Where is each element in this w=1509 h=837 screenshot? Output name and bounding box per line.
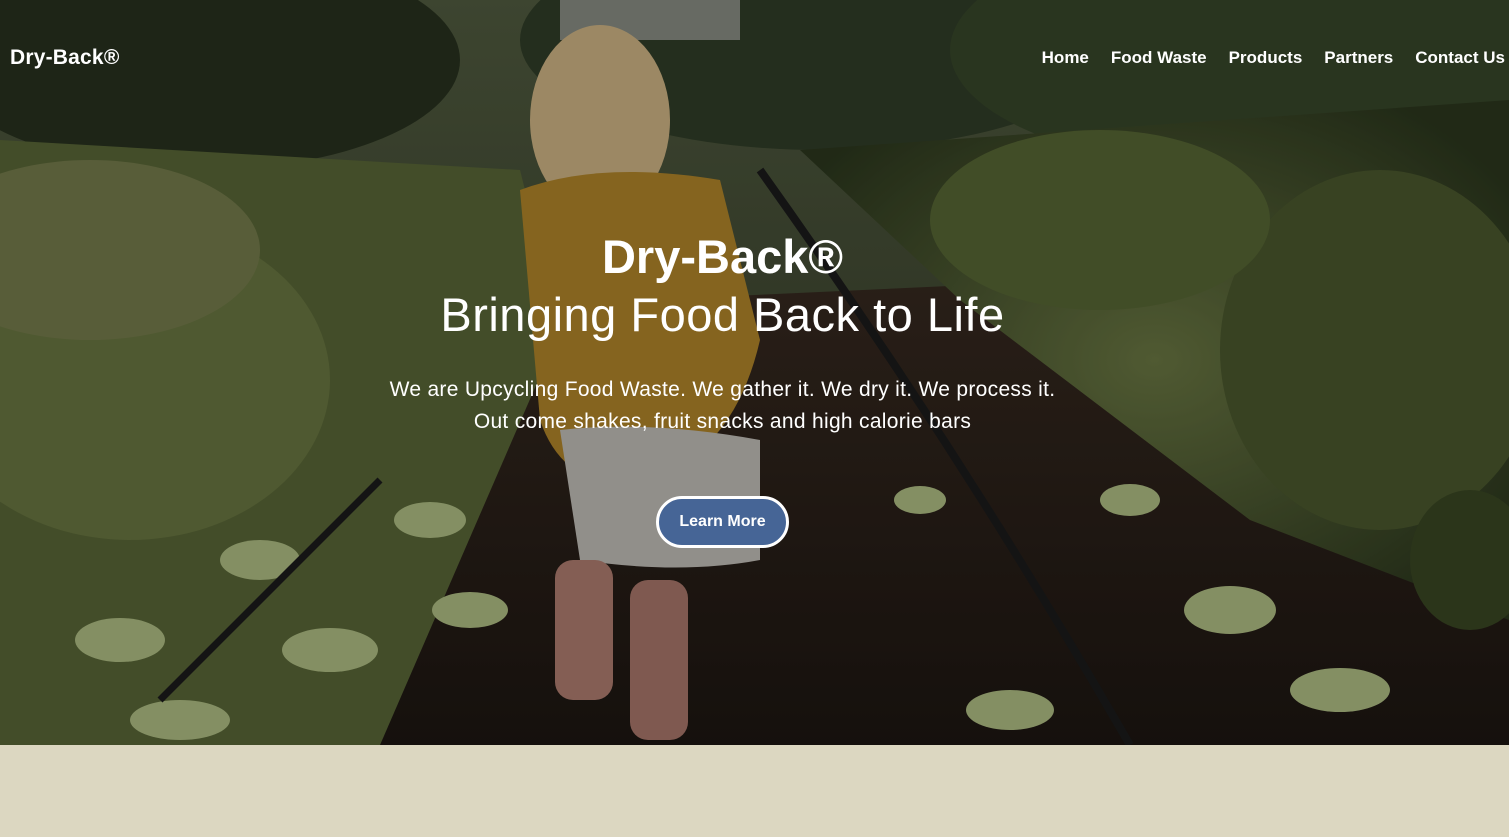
nav-link-partners[interactable]: Partners <box>1324 48 1393 68</box>
brand-logo-link[interactable]: Dry-Back® <box>10 46 120 70</box>
hero-subtitle: Bringing Food Back to Life <box>440 288 1005 341</box>
hero-title: Dry-Back® <box>601 230 843 283</box>
content-band <box>0 745 1509 837</box>
hero-description-line: Out come shakes, fruit snacks and high c… <box>473 410 972 433</box>
hero-section: Dry-Back® Home Food Waste Products Partn… <box>0 0 1509 745</box>
learn-more-button[interactable]: Learn More <box>656 496 789 548</box>
hero-content: Dry-Back® Bringing Food Back to Life We … <box>0 228 1445 548</box>
main-menu: Home Food Waste Products Partners Contac… <box>1042 48 1505 68</box>
nav-link-home[interactable]: Home <box>1042 48 1089 68</box>
nav-link-contact-us[interactable]: Contact Us <box>1415 48 1505 68</box>
hero-description-line: We are Upcycling Food Waste. We gather i… <box>389 378 1056 401</box>
hero-description: We are Upcycling Food Waste. We gather i… <box>323 374 1123 438</box>
nav-link-products[interactable]: Products <box>1229 48 1303 68</box>
top-navigation: Dry-Back® Home Food Waste Products Partn… <box>0 0 1509 120</box>
nav-link-food-waste[interactable]: Food Waste <box>1111 48 1207 68</box>
